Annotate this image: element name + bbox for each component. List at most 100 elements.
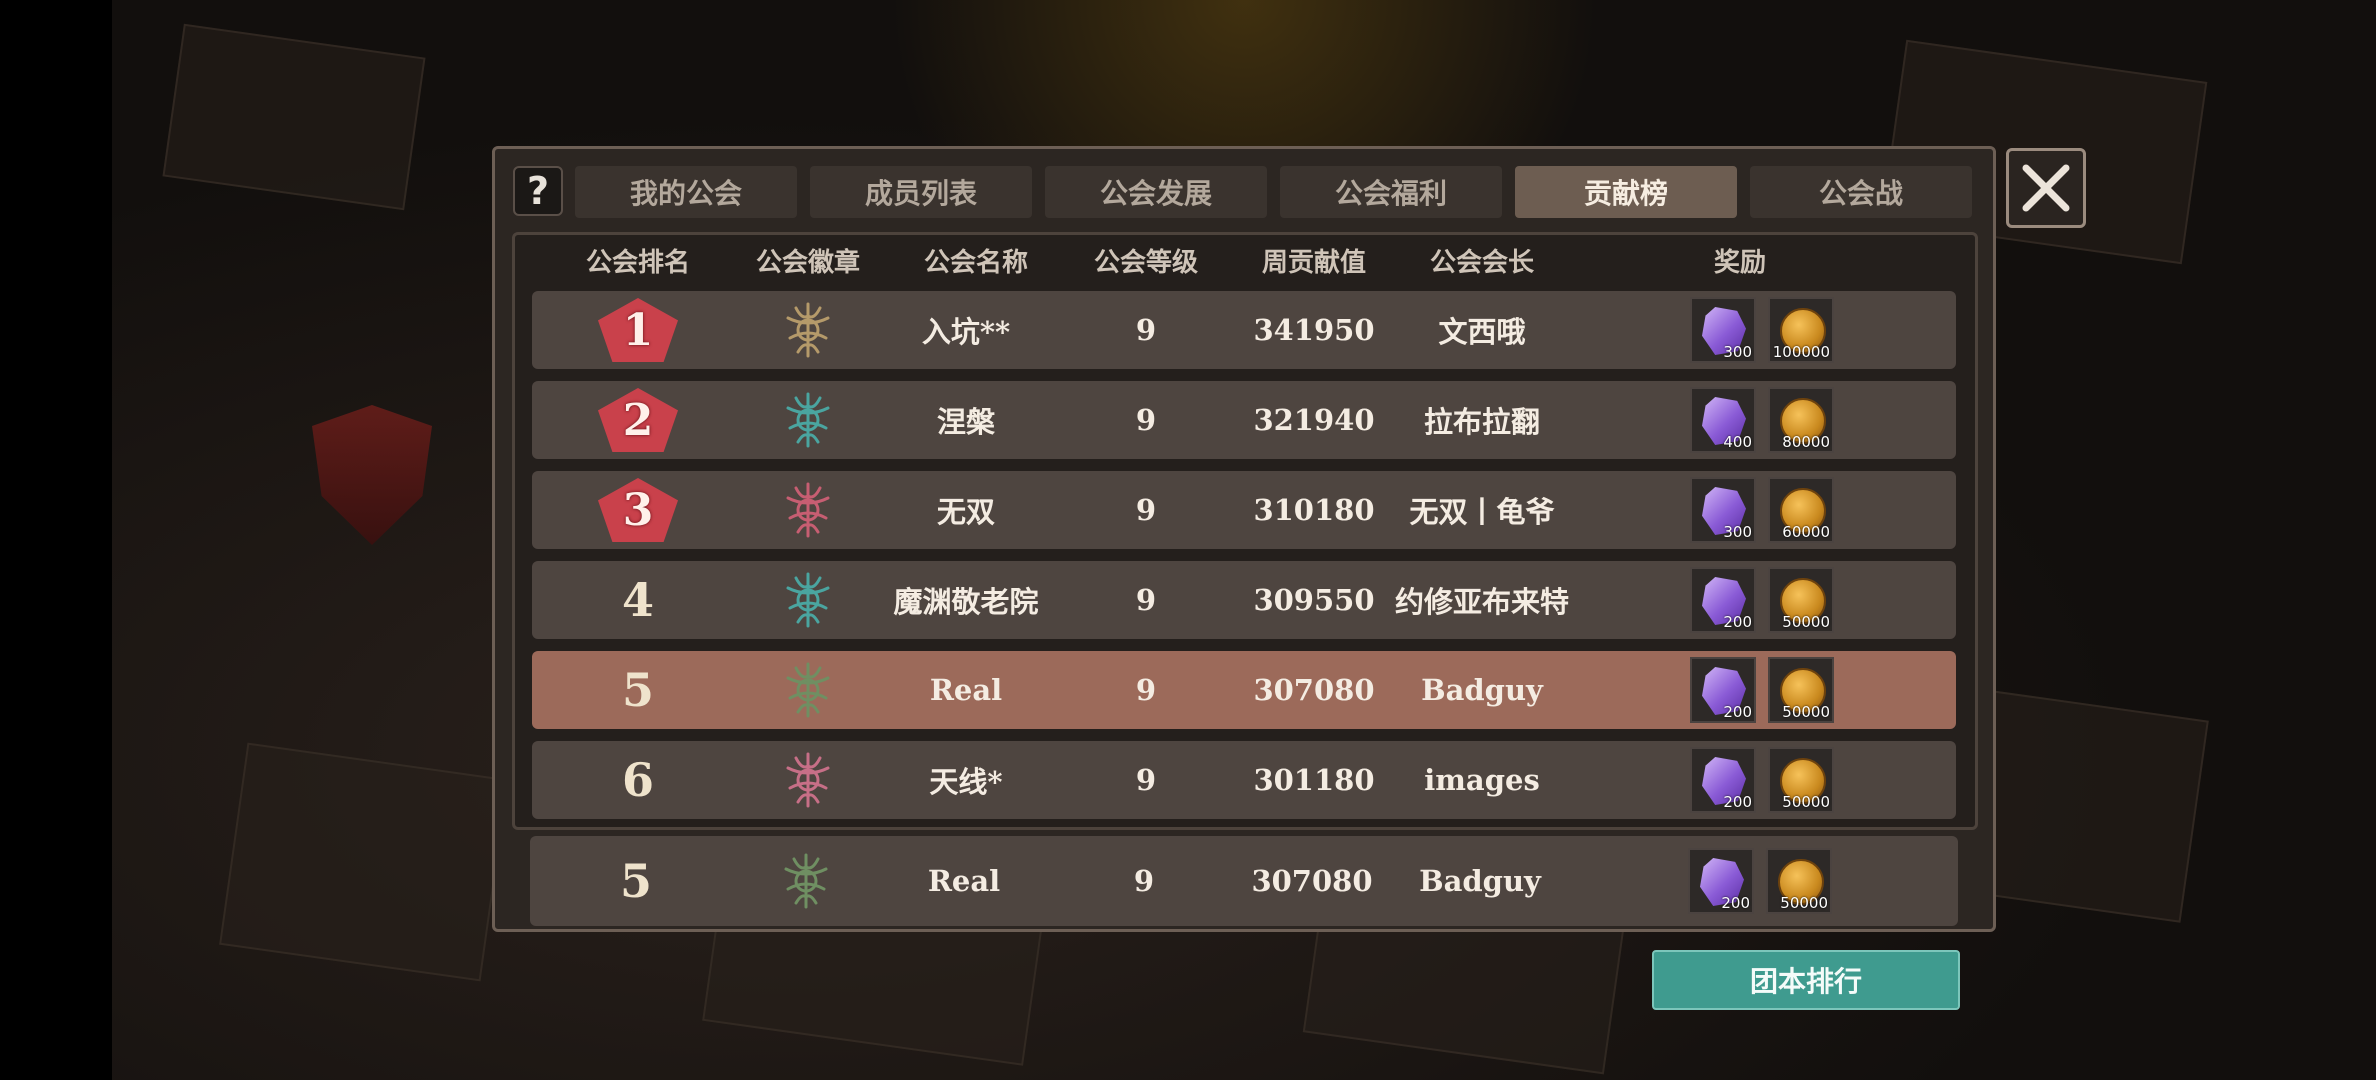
rank-cell: 5 [566,836,706,926]
guild-name: 魔渊敬老院 [893,585,1039,619]
guild-name: 入坑** [921,315,1011,349]
guild-level: 9 [1135,313,1157,347]
rank-number: 5 [619,854,652,908]
reward-gem[interactable]: 300 [1690,477,1756,543]
guild-emblem-icon [786,392,830,448]
coin-quantity: 50000 [1782,613,1830,631]
rank-number: 6 [621,753,654,807]
weekly-contribution: 301180 [1253,763,1375,797]
my-guild-row[interactable]: 5 Real 9 307080 Badguy 200 50000 [530,836,1958,926]
guild-emblem-icon [784,853,828,909]
reward-coin[interactable]: 50000 [1768,747,1834,813]
gem-quantity: 200 [1723,613,1752,631]
header-rank: 公会排名 [585,248,690,278]
close-button[interactable] [2006,148,2086,228]
header-weekly: 周贡献值 [1261,248,1366,278]
tab-contribution-ranking[interactable]: 贡献榜 [1515,166,1737,218]
gem-quantity: 200 [1723,793,1752,811]
table-row[interactable]: 5 Real 9 307080 Badguy 200 50000 [532,651,1956,729]
weekly-contribution: 307080 [1251,864,1373,898]
reward-gem[interactable]: 200 [1690,747,1756,813]
rank-medal-icon: 1 [598,298,678,362]
reward-gem[interactable]: 400 [1690,387,1756,453]
wall-shield-decoration [312,405,432,545]
guild-level: 9 [1133,864,1155,898]
guild-leader: images [1424,763,1540,797]
reward-gem[interactable]: 200 [1690,657,1756,723]
guild-name: Real [927,864,1001,898]
rank-medal-icon: 3 [598,478,678,542]
reward-coin[interactable]: 80000 [1768,387,1834,453]
guild-level: 9 [1135,583,1157,617]
tab-member-list[interactable]: 成员列表 [810,166,1032,218]
guild-level: 9 [1135,403,1157,437]
question-icon[interactable]: ? [513,166,563,216]
reward-gem[interactable]: 200 [1688,848,1754,914]
guild-name: 天线* [929,765,1003,799]
emblem-cell [738,291,878,369]
rank-cell: 4 [568,561,708,639]
reward-coin[interactable]: 100000 [1768,297,1834,363]
weekly-contribution: 309550 [1253,583,1375,617]
close-icon [2022,164,2070,212]
reward-coin[interactable]: 50000 [1768,657,1834,723]
guild-level: 9 [1135,673,1157,707]
rank-number: 5 [621,663,654,717]
emblem-cell [738,381,878,459]
guild-emblem-icon [786,302,830,358]
guild-leader: 拉布拉翻 [1423,405,1540,439]
emblem-cell [738,561,878,639]
tab-guild-development[interactable]: 公会发展 [1045,166,1267,218]
reward-coin[interactable]: 60000 [1768,477,1834,543]
gem-quantity: 200 [1721,894,1750,912]
rank-cell: 3 [568,471,708,549]
reward-gem[interactable]: 200 [1690,567,1756,633]
emblem-cell [738,651,878,729]
table-row[interactable]: 1 入坑** 9 341950 文西哦 300 100000 [532,291,1956,369]
coin-quantity: 100000 [1772,343,1830,361]
header-leader: 公会会长 [1429,248,1534,278]
gem-quantity: 200 [1723,703,1752,721]
table-row[interactable]: 6 天线* 9 301180 images 200 50000 [532,741,1956,819]
weekly-contribution: 321940 [1253,403,1375,437]
guild-name: 无双 [936,495,995,529]
weekly-contribution: 310180 [1253,493,1375,527]
guild-leader: 文西哦 [1438,315,1526,349]
header-level: 公会等级 [1093,248,1198,278]
reward-coin[interactable]: 50000 [1766,848,1832,914]
header-name: 公会名称 [923,248,1028,278]
header-reward: 奖励 [1713,248,1766,278]
guild-leader: 约修亚布来特 [1394,585,1569,619]
rank-cell: 6 [568,741,708,819]
reward-gem[interactable]: 300 [1690,297,1756,363]
table-row[interactable]: 2 涅槃 9 321940 拉布拉翻 400 80000 [532,381,1956,459]
coin-quantity: 50000 [1782,793,1830,811]
reward-coin[interactable]: 50000 [1768,567,1834,633]
table-row[interactable]: 3 无双 9 310180 无双丨龟爷 300 60000 [532,471,1956,549]
guild-emblem-icon [786,752,830,808]
guild-leader: Badguy [1421,673,1543,707]
coin-quantity: 80000 [1782,433,1830,451]
guild-leader: Badguy [1419,864,1541,898]
weekly-contribution: 307080 [1253,673,1375,707]
coin-quantity: 60000 [1782,523,1830,541]
rank-number: 4 [621,573,654,627]
gem-quantity: 400 [1723,433,1752,451]
guild-name: Real [929,673,1003,707]
guild-level: 9 [1135,763,1157,797]
tab-guild-welfare[interactable]: 公会福利 [1280,166,1502,218]
guild-emblem-icon [786,482,830,538]
header-emblem: 公会徽章 [755,248,860,278]
team-ranking-button[interactable]: 团本排行 [1652,950,1960,1010]
table-row[interactable]: 4 魔渊敬老院 9 309550 约修亚布来特 200 50000 [532,561,1956,639]
guild-emblem-icon [786,572,830,628]
coin-quantity: 50000 [1780,894,1828,912]
emblem-cell [736,836,876,926]
guild-emblem-icon [786,662,830,718]
rank-cell: 1 [568,291,708,369]
tab-my-guild[interactable]: 我的公会 [575,166,797,218]
tab-guild-war[interactable]: 公会战 [1750,166,1972,218]
gem-quantity: 300 [1723,523,1752,541]
rank-medal-icon: 2 [598,388,678,452]
guild-leader: 无双丨龟爷 [1409,495,1555,529]
